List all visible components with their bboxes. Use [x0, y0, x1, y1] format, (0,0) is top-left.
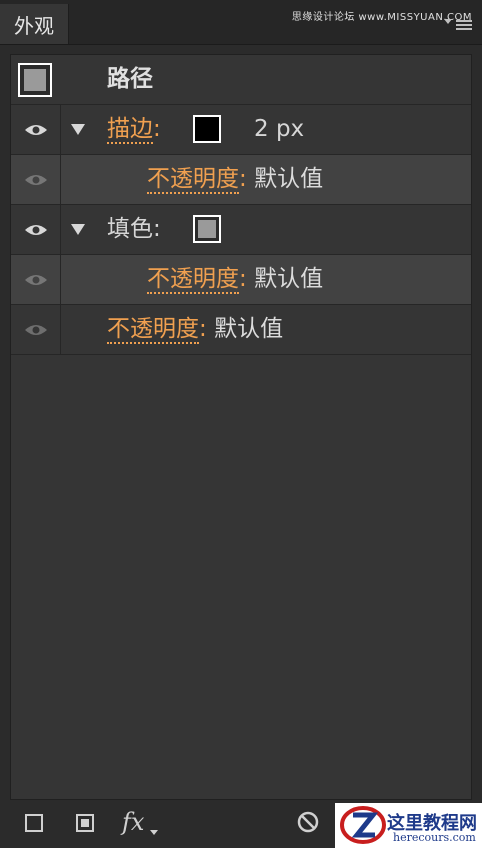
stroke-opacity-colon: :: [239, 166, 247, 192]
stroke-opacity-value: 默认值: [254, 166, 324, 192]
fill-opacity-row[interactable]: 不透明度: 默认值: [11, 255, 471, 305]
header-title: 路径: [107, 66, 153, 92]
opacity-colon: :: [199, 316, 207, 342]
eye-icon: [24, 124, 47, 135]
stroke-opacity-link[interactable]: 不透明度: [147, 166, 239, 194]
stroke-label-wrap: 描边:: [107, 105, 161, 154]
fill-label-wrap: 填色:: [107, 205, 161, 254]
opacity-value: 默认值: [214, 316, 284, 342]
fill-swatch[interactable]: [193, 215, 221, 243]
header-row: 路径: [11, 55, 471, 105]
tab-appearance[interactable]: 外观: [0, 4, 69, 44]
logo-mark-icon: [340, 806, 386, 844]
logo-url: herecours.com: [393, 831, 476, 844]
panel-menu-icon[interactable]: [456, 18, 472, 32]
eye-icon: [24, 324, 47, 335]
path-thumbnail: [18, 63, 52, 97]
stroke-row[interactable]: 描边: 2 px: [11, 105, 471, 155]
opacity-link[interactable]: 不透明度: [107, 316, 199, 344]
fill-colon: :: [153, 216, 161, 242]
stroke-opacity-wrap: 不透明度: 默认值: [147, 155, 323, 204]
fill-opacity-link[interactable]: 不透明度: [147, 266, 239, 294]
fx-dropdown-arrow-icon[interactable]: [150, 830, 158, 835]
eye-icon: [24, 274, 47, 285]
fill-label: 填色: [107, 216, 153, 242]
clear-appearance-icon[interactable]: [296, 810, 320, 834]
eye-icon: [24, 174, 47, 185]
new-stroke-icon[interactable]: [25, 814, 43, 832]
appearance-panel: 路径 描边: 2 px 不透明度: 默认值 填色: 不透明度: 默认值 不透明度…: [10, 54, 472, 800]
new-fill-icon[interactable]: [76, 814, 94, 832]
stroke-weight[interactable]: 2 px: [254, 105, 304, 154]
stroke-opacity-row[interactable]: 不透明度: 默认值: [11, 155, 471, 205]
eye-icon: [24, 224, 47, 235]
stroke-colon: :: [153, 116, 161, 142]
site-logo: 这里教程网 herecours.com: [335, 803, 482, 848]
opacity-wrap: 不透明度: 默认值: [107, 305, 283, 354]
fill-opacity-visibility-toggle[interactable]: [11, 255, 61, 304]
fx-icon[interactable]: fx: [122, 808, 144, 836]
fill-opacity-colon: :: [239, 266, 247, 292]
stroke-visibility-toggle[interactable]: [11, 105, 61, 154]
stroke-opacity-visibility-toggle[interactable]: [11, 155, 61, 204]
fill-row[interactable]: 填色:: [11, 205, 471, 255]
disclosure-triangle-icon[interactable]: [71, 124, 85, 135]
fill-visibility-toggle[interactable]: [11, 205, 61, 254]
disclosure-triangle-icon[interactable]: [71, 224, 85, 235]
tab-bar: 外观 思缘设计论坛 www.MISSYUAN.COM: [0, 0, 482, 45]
tab-title: 外观: [14, 13, 54, 38]
fill-opacity-wrap: 不透明度: 默认值: [147, 255, 323, 304]
fill-opacity-value: 默认值: [254, 266, 324, 292]
stroke-link[interactable]: 描边: [107, 116, 153, 144]
stroke-swatch[interactable]: [193, 115, 221, 143]
collapse-icon[interactable]: [444, 19, 452, 24]
opacity-row[interactable]: 不透明度: 默认值: [11, 305, 471, 355]
opacity-visibility-toggle[interactable]: [11, 305, 61, 354]
